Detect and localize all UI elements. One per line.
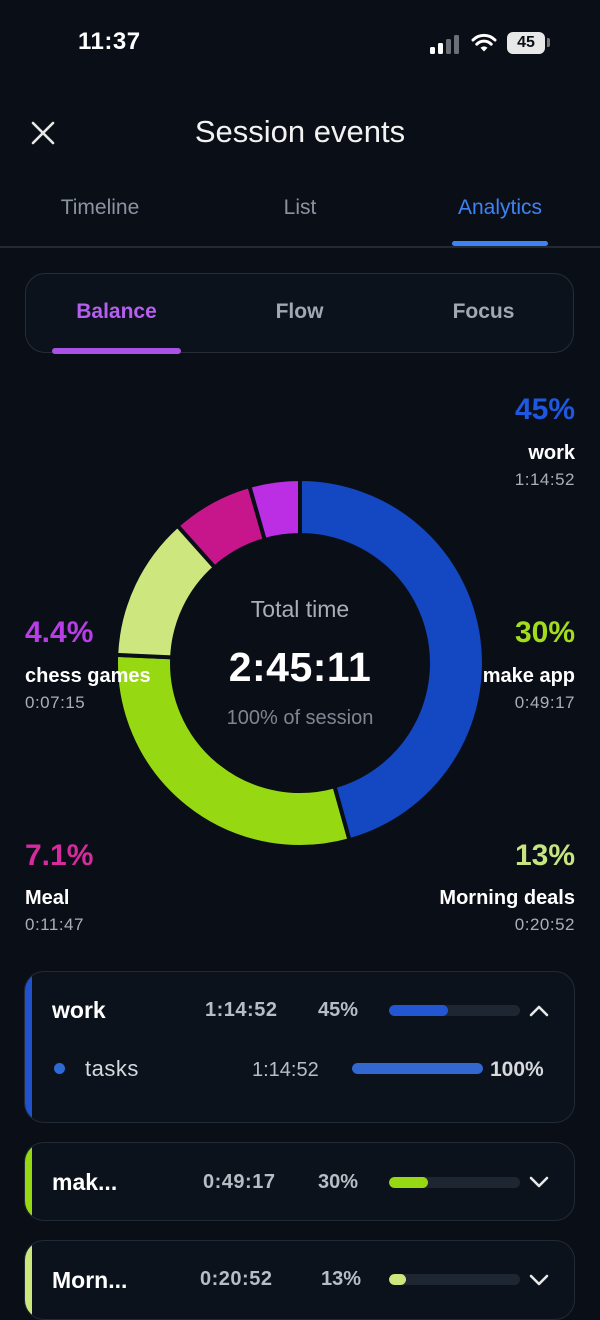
- meal-percent: 7.1%: [25, 839, 94, 872]
- chess-games-percent: 4.4%: [25, 616, 94, 649]
- chevron-down-icon[interactable]: [528, 1175, 550, 1189]
- card-color-strip: [25, 972, 32, 1122]
- category-time: 0:20:52: [200, 1268, 273, 1290]
- category-card-work[interactable]: [24, 971, 575, 1123]
- tab-timeline[interactable]: Timeline: [0, 196, 200, 220]
- chess-games-label: chess games: [25, 665, 151, 687]
- segment-focus[interactable]: Focus: [392, 300, 575, 324]
- make-app-duration: 0:49:17: [514, 693, 575, 712]
- make-app-percent: 30%: [514, 616, 575, 649]
- category-percent: 30%: [318, 1171, 359, 1193]
- category-progress-bar: [389, 1177, 520, 1188]
- tab-analytics[interactable]: Analytics: [400, 196, 600, 220]
- work-label: work: [528, 442, 575, 464]
- category-percent: 45%: [318, 999, 359, 1021]
- subcategory-progress-bar: [352, 1063, 483, 1074]
- subcategory-bullet: [54, 1063, 65, 1074]
- battery-cap: [547, 38, 550, 47]
- page-title: Session events: [194, 114, 406, 149]
- category-progress-bar: [389, 1274, 520, 1285]
- category-progress-bar: [389, 1005, 520, 1016]
- work-percent: 45%: [514, 393, 575, 426]
- category-name: Morn...: [52, 1267, 128, 1293]
- tab-list[interactable]: List: [200, 196, 400, 220]
- category-name: mak...: [52, 1169, 118, 1195]
- work-duration: 1:14:52: [514, 470, 575, 489]
- session-percent-label: 100% of session: [226, 707, 374, 729]
- morning-deals-percent: 13%: [514, 839, 575, 872]
- chevron-up-icon[interactable]: [528, 1004, 550, 1018]
- tabs-divider: [0, 246, 600, 248]
- subcategory-time: 1:14:52: [252, 1059, 319, 1081]
- wifi-icon: [471, 33, 497, 52]
- segment-active-indicator: [52, 348, 181, 354]
- category-time: 1:14:52: [205, 999, 278, 1021]
- segment-flow[interactable]: Flow: [208, 300, 391, 324]
- category-name: work: [52, 997, 106, 1023]
- tab-active-indicator: [452, 241, 548, 246]
- category-progress-fill: [389, 1005, 448, 1016]
- subcategory-progress-fill: [352, 1063, 483, 1074]
- category-percent: 13%: [321, 1268, 362, 1290]
- card-color-strip: [25, 1241, 32, 1319]
- morning-deals-label: Morning deals: [439, 887, 575, 909]
- meal-label: Meal: [25, 887, 70, 909]
- meal-duration: 0:11:47: [25, 915, 84, 934]
- cellular-signal-icon: [430, 34, 462, 54]
- battery-icon: 45: [507, 32, 545, 54]
- category-time: 0:49:17: [203, 1171, 276, 1193]
- chevron-down-icon[interactable]: [528, 1273, 550, 1287]
- segment-balance[interactable]: Balance: [25, 300, 208, 324]
- card-color-strip: [25, 1143, 32, 1220]
- status-time: 11:37: [78, 28, 141, 55]
- make-app-label: make app: [482, 665, 575, 687]
- category-progress-fill: [389, 1274, 407, 1285]
- subcategory-percent: 100%: [490, 1058, 544, 1081]
- chess-games-duration: 0:07:15: [25, 693, 86, 712]
- morning-deals-duration: 0:20:52: [514, 915, 575, 934]
- subcategory-name: tasks: [85, 1056, 139, 1081]
- category-progress-fill: [389, 1177, 429, 1188]
